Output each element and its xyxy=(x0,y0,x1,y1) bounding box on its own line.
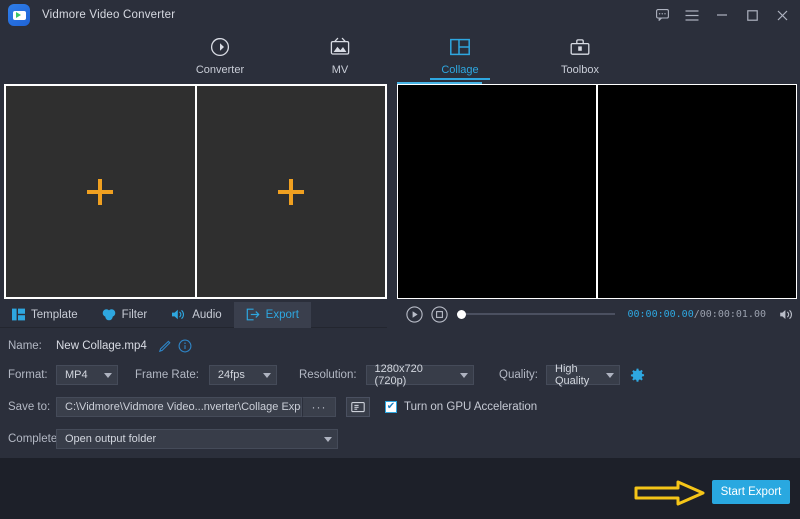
audio-icon xyxy=(171,308,186,321)
collage-icon xyxy=(449,34,471,60)
maximize-icon[interactable] xyxy=(738,1,766,29)
window-controls xyxy=(648,0,796,30)
playback-slider[interactable] xyxy=(457,307,615,321)
browse-button[interactable]: ··· xyxy=(302,397,336,417)
close-icon[interactable] xyxy=(768,1,796,29)
tab-mv-label: MV xyxy=(332,64,349,76)
collage-cell-2[interactable] xyxy=(195,86,386,297)
tab-converter-label: Converter xyxy=(196,64,244,76)
subtab-filter-label: Filter xyxy=(122,309,148,321)
subtab-audio-label: Audio xyxy=(192,309,221,321)
subtab-export-label: Export xyxy=(266,309,299,321)
preview-panel xyxy=(397,84,797,299)
quality-value: High Quality xyxy=(555,363,600,387)
saveto-group: Save to: C:\Vidmore\Vidmore Video...nver… xyxy=(8,396,370,418)
chevron-down-icon xyxy=(104,373,112,378)
stop-icon[interactable] xyxy=(430,305,448,323)
vidmore-logo-icon xyxy=(8,4,30,26)
filter-icon xyxy=(102,308,116,321)
preview-cell-2 xyxy=(596,85,796,298)
format-select[interactable]: MP4 xyxy=(56,365,118,385)
feedback-icon[interactable] xyxy=(648,1,676,29)
gpu-checkbox[interactable]: ✔ xyxy=(385,401,397,413)
format-group: Format: MP4 xyxy=(8,364,118,386)
tab-toolbox-label: Toolbox xyxy=(561,64,599,76)
browse-label: ··· xyxy=(312,400,327,414)
current-time: 00:00:00.00 xyxy=(628,309,694,320)
format-label: Format: xyxy=(8,369,56,381)
framerate-select[interactable]: 24fps xyxy=(209,365,277,385)
name-row: Name: New Collage.mp4 xyxy=(8,335,195,357)
player-controls: 00:00:00.00/00:00:01.00 xyxy=(397,300,797,328)
volume-icon[interactable] xyxy=(777,308,797,321)
subtab-template-label: Template xyxy=(31,309,78,321)
plus-icon[interactable] xyxy=(278,179,304,205)
slider-track xyxy=(457,313,615,315)
arrow-right-annotation xyxy=(634,480,706,506)
export-icon xyxy=(246,308,260,321)
quality-group: Quality: High Quality xyxy=(499,364,646,386)
slider-handle[interactable] xyxy=(457,310,466,319)
time-display: 00:00:00.00/00:00:01.00 xyxy=(628,309,767,320)
framerate-label: Frame Rate: xyxy=(135,369,199,381)
export-settings-form: Name: New Collage.mp4 Format: MP4 xyxy=(0,330,800,455)
preview-cell-1 xyxy=(398,85,596,298)
editor-subtabs: Template Filter Audio xyxy=(0,302,387,328)
collage-cell-1[interactable] xyxy=(6,86,195,297)
chevron-down-icon xyxy=(324,437,332,442)
quality-label: Quality: xyxy=(499,369,538,381)
application-window: Vidmore Video Converter xyxy=(0,0,800,519)
resolution-select[interactable]: 1280x720 (720p) xyxy=(366,365,474,385)
saveto-path-input[interactable]: C:\Vidmore\Vidmore Video...nverter\Colla… xyxy=(56,397,302,417)
saveto-path-value: C:\Vidmore\Vidmore Video...nverter\Colla… xyxy=(65,401,302,413)
subtab-filter[interactable]: Filter xyxy=(90,302,160,328)
complete-group: Complete: Open output folder xyxy=(8,428,338,450)
resolution-group: Resolution: 1280x720 (720p) xyxy=(299,364,474,386)
gpu-acceleration-group[interactable]: ✔ Turn on GPU Acceleration xyxy=(385,396,537,418)
tab-toolbox[interactable]: Toolbox xyxy=(540,30,620,76)
subtab-export[interactable]: Export xyxy=(234,302,311,328)
tab-mv[interactable]: MV xyxy=(300,30,380,76)
mv-icon xyxy=(329,34,351,60)
folder-icon[interactable] xyxy=(346,397,370,417)
gpu-checkbox-label: Turn on GPU Acceleration xyxy=(404,401,537,413)
subtab-audio[interactable]: Audio xyxy=(159,302,233,328)
toolbox-icon xyxy=(569,34,591,60)
tab-collage-label: Collage xyxy=(441,64,478,76)
main-navigation: Converter MV Collage xyxy=(0,30,800,82)
name-label: Name: xyxy=(8,340,56,352)
complete-label: Complete: xyxy=(8,433,56,445)
tab-collage[interactable]: Collage xyxy=(420,30,500,76)
collage-canvas xyxy=(4,84,387,299)
format-value: MP4 xyxy=(65,369,88,381)
tab-converter[interactable]: Converter xyxy=(180,30,260,76)
plus-icon[interactable] xyxy=(87,179,113,205)
framerate-group: Frame Rate: 24fps xyxy=(135,364,277,386)
quality-select[interactable]: High Quality xyxy=(546,365,620,385)
pencil-icon[interactable] xyxy=(155,337,175,355)
minimize-icon[interactable] xyxy=(708,1,736,29)
start-export-button[interactable]: Start Export xyxy=(712,480,790,504)
chevron-down-icon xyxy=(460,373,468,378)
title-bar: Vidmore Video Converter xyxy=(0,0,800,30)
total-time: 00:00:01.00 xyxy=(700,309,766,320)
play-icon[interactable] xyxy=(405,305,423,323)
gear-icon[interactable] xyxy=(628,366,646,384)
resolution-value: 1280x720 (720p) xyxy=(375,363,454,387)
saveto-label: Save to: xyxy=(8,401,56,413)
app-title: Vidmore Video Converter xyxy=(42,9,175,21)
subtab-template[interactable]: Template xyxy=(0,302,90,328)
footer-bar: Start Export xyxy=(0,458,800,519)
info-icon[interactable] xyxy=(175,337,195,355)
converter-icon xyxy=(209,34,231,60)
framerate-value: 24fps xyxy=(218,369,245,381)
complete-value: Open output folder xyxy=(65,433,156,445)
name-value: New Collage.mp4 xyxy=(56,340,147,352)
complete-select[interactable]: Open output folder xyxy=(56,429,338,449)
template-icon xyxy=(12,308,25,321)
resolution-label: Resolution: xyxy=(299,369,357,381)
chevron-down-icon xyxy=(606,373,614,378)
menu-icon[interactable] xyxy=(678,1,706,29)
chevron-down-icon xyxy=(263,373,271,378)
